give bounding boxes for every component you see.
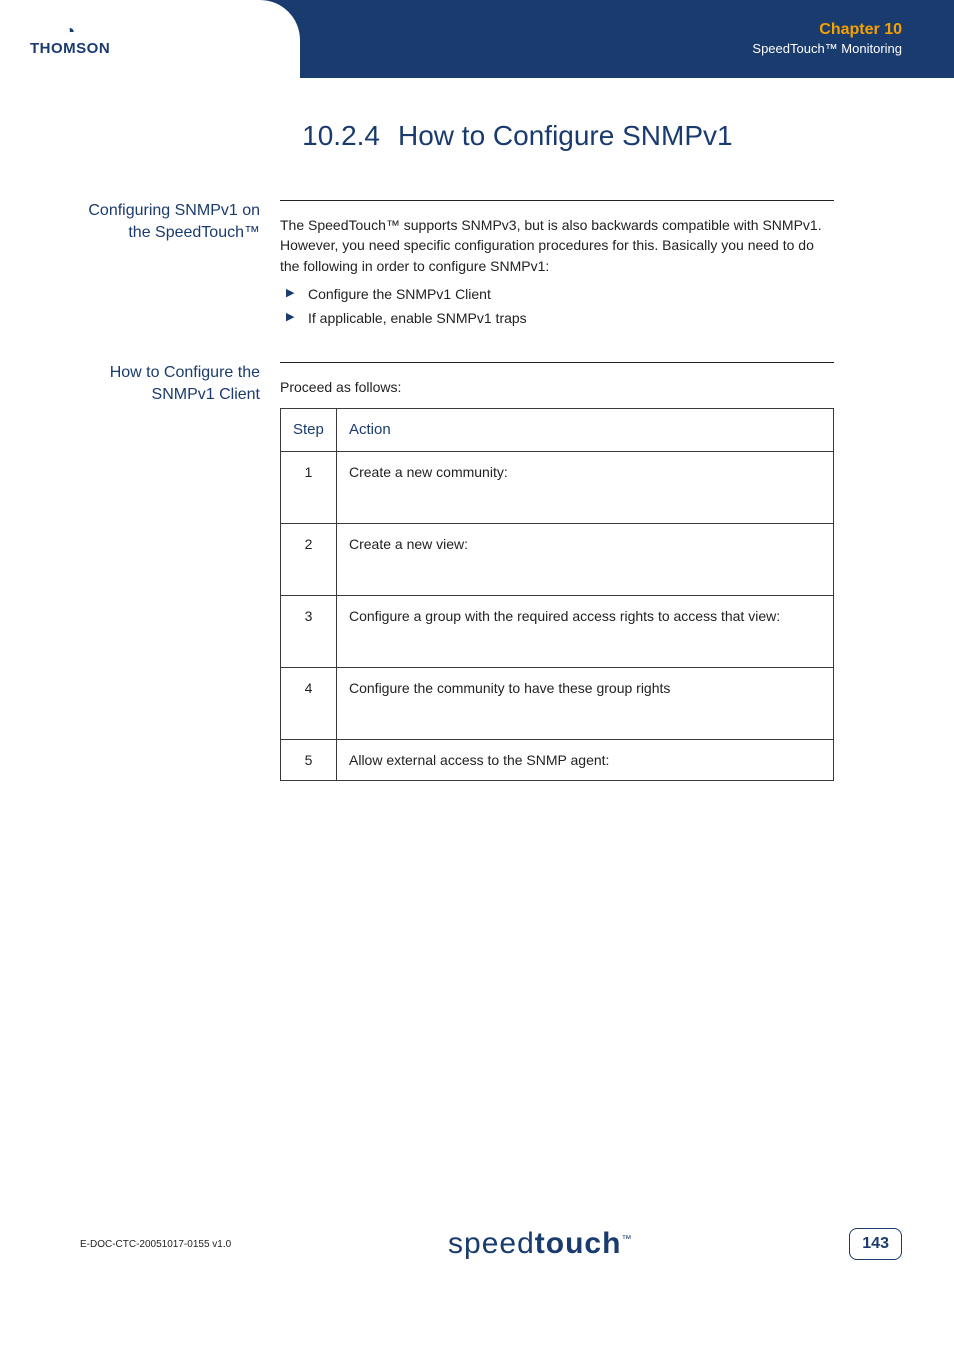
step-cell: 3 [281, 595, 337, 667]
chapter-label: Chapter 10 [752, 20, 902, 41]
intro-paragraph: The SpeedTouch™ supports SNMPv3, but is … [280, 215, 834, 276]
steps-table: Step Action 1 Create a new community: 2 … [280, 408, 834, 781]
footer: E-DOC-CTC-20051017-0155 v1.0 speedtouch™… [80, 1227, 902, 1261]
table-row: 3 Configure a group with the required ac… [281, 595, 834, 667]
bullet-item: ▶ If applicable, enable SNMPv1 traps [280, 308, 834, 328]
step-cell: 1 [281, 451, 337, 523]
table-row: 4 Configure the community to have these … [281, 667, 834, 739]
table-header-row: Step Action [281, 408, 834, 451]
header-bar: ◔ THOMSON Chapter 10 SpeedTouch™ Monitor… [0, 0, 954, 78]
lead-paragraph: Proceed as follows: [280, 377, 834, 397]
section-heading: 10.2.4 How to Configure SNMPv1 [290, 120, 834, 152]
content-area: 10.2.4 How to Configure SNMPv1 Configurin… [80, 120, 834, 781]
thomson-glyph-icon: ◔ [30, 22, 110, 40]
col-action-header: Action [337, 408, 834, 451]
thomson-logo: ◔ THOMSON [30, 22, 110, 57]
page-number: 143 [849, 1228, 902, 1260]
doc-id: E-DOC-CTC-20051017-0155 v1.0 [80, 1239, 231, 1250]
block-body-howto: Proceed as follows: Step Action 1 Create… [280, 362, 834, 780]
brand-bold: touch [535, 1227, 622, 1260]
action-cell: Configure the community to have these gr… [337, 667, 834, 739]
step-cell: 2 [281, 523, 337, 595]
block-label-configuring: Configuring SNMPv1 on the SpeedTouch™ [80, 200, 280, 332]
bullet-arrow-icon: ▶ [286, 310, 294, 326]
action-cell: Create a new community: [337, 451, 834, 523]
block-label-howto: How to Configure the SNMPv1 Client [80, 362, 280, 780]
brand-tm: ™ [621, 1234, 632, 1245]
bullet-text: If applicable, enable SNMPv1 traps [308, 310, 527, 326]
step-cell: 4 [281, 667, 337, 739]
block-configuring: Configuring SNMPv1 on the SpeedTouch™ Th… [80, 200, 834, 332]
brand-light: speed [448, 1227, 535, 1260]
col-step-header: Step [281, 408, 337, 451]
brand-logo: speedtouch™ [448, 1227, 632, 1261]
section-title: How to Configure SNMPv1 [398, 120, 733, 151]
action-cell: Allow external access to the SNMP agent: [337, 739, 834, 780]
action-cell: Create a new view: [337, 523, 834, 595]
step-cell: 5 [281, 739, 337, 780]
table-row: 1 Create a new community: [281, 451, 834, 523]
header-right: Chapter 10 SpeedTouch™ Monitoring [752, 20, 902, 58]
bullet-item: ▶ Configure the SNMPv1 Client [280, 284, 834, 304]
bullet-text: Configure the SNMPv1 Client [308, 286, 491, 302]
block-body-configuring: The SpeedTouch™ supports SNMPv3, but is … [280, 200, 834, 332]
bullet-list: ▶ Configure the SNMPv1 Client ▶ If applica… [280, 284, 834, 329]
section-number: 10.2.4 [290, 120, 380, 152]
bullet-arrow-icon: ▶ [286, 286, 294, 302]
thomson-logo-text: THOMSON [30, 40, 110, 57]
chapter-subtitle: SpeedTouch™ Monitoring [752, 41, 902, 58]
table-row: 2 Create a new view: [281, 523, 834, 595]
block-howto: How to Configure the SNMPv1 Client Proce… [80, 362, 834, 780]
table-row: 5 Allow external access to the SNMP agen… [281, 739, 834, 780]
action-cell: Configure a group with the required acce… [337, 595, 834, 667]
